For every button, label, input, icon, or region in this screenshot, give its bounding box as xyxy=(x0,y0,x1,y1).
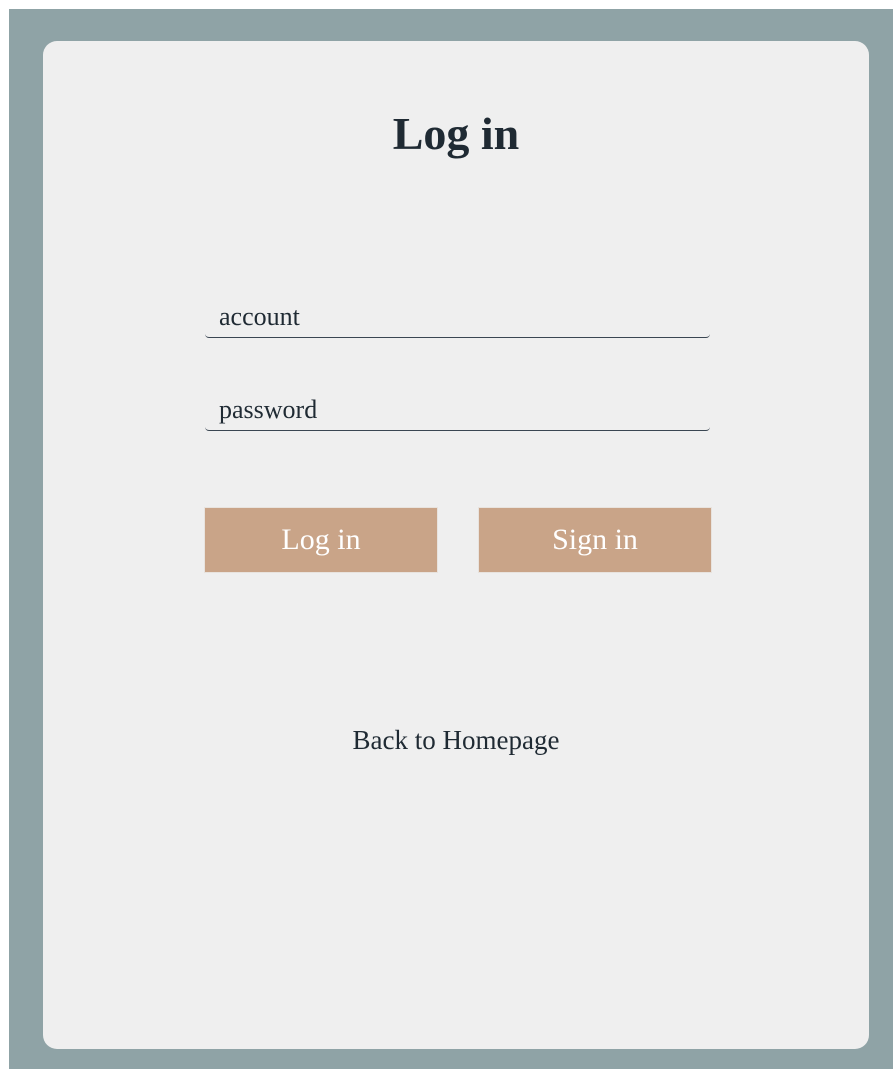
login-card: Log in Log in Sign in Back to Homepage xyxy=(43,41,869,1049)
password-input[interactable] xyxy=(205,389,710,431)
signin-button[interactable]: Sign in xyxy=(478,507,712,573)
login-button[interactable]: Log in xyxy=(204,507,438,573)
account-input[interactable] xyxy=(205,296,710,338)
page-background: Log in Log in Sign in Back to Homepage xyxy=(9,9,893,1069)
page-title: Log in xyxy=(392,108,520,159)
back-to-homepage-link[interactable]: Back to Homepage xyxy=(43,725,869,756)
